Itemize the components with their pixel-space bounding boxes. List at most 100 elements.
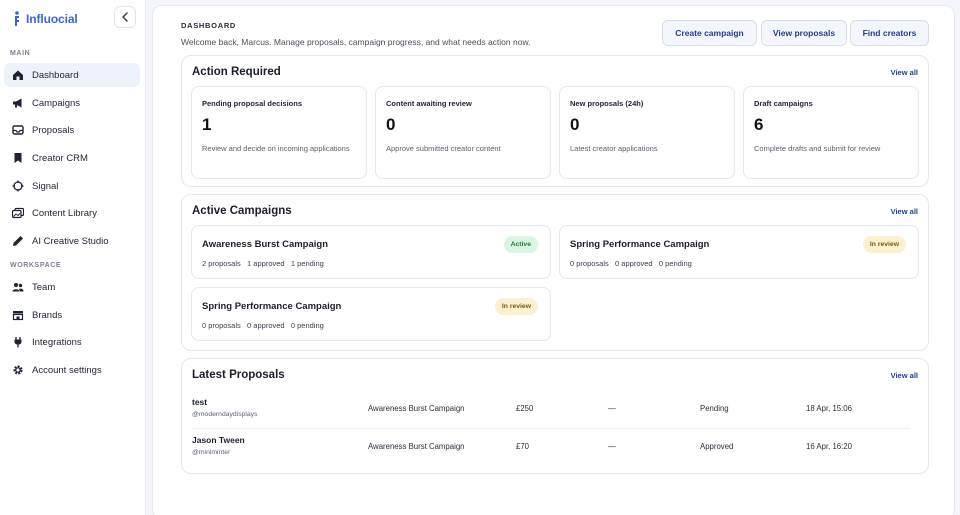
section-label-workspace: WORKSPACE [10,262,62,269]
plug-icon [12,336,24,348]
campaign-proposals-count: 0 proposals [202,321,241,330]
active-campaigns-view-all-link[interactable]: View all [891,207,918,216]
sidebar-item-content-library[interactable]: Content Library [4,201,140,225]
proposal-status: Approved [700,442,734,451]
action-required-view-all-link[interactable]: View all [891,68,918,77]
brand-logo[interactable]: Influocial [12,10,78,28]
proposal-campaign: Awareness Burst Campaign [368,442,465,451]
creator-name: test [192,397,208,407]
create-campaign-button[interactable]: Create campaign [662,20,757,46]
sidebar-item-label: Signal [32,180,59,192]
sidebar-item-team[interactable]: Team [4,275,140,299]
campaign-approved-count: 1 approved [247,259,285,268]
collapse-sidebar-button[interactable] [114,6,136,28]
status-badge: Active [503,236,538,253]
proposal-date: 18 Apr, 15:06 [806,404,852,413]
latest-proposals-card: Latest Proposals View all test @modernda… [181,358,929,474]
sidebar-item-dashboard[interactable]: Dashboard [4,63,140,87]
stat-new-proposals-24h[interactable]: New proposals (24h) 0 Latest creator app… [559,86,735,179]
brand-name: Influocial [26,12,78,26]
stat-label: New proposals (24h) [570,99,644,108]
sidebar-item-account-settings[interactable]: Account settings [4,358,140,382]
stat-value: 6 [754,115,764,134]
campaign-name: Spring Performance Campaign [202,301,342,312]
main-panel: DASHBOARD Welcome back, Marcus. Manage p… [152,5,955,515]
campaign-pending-count: 1 pending [290,259,324,268]
sidebar-item-label: AI Creative Studio [32,235,109,247]
campaign-name: Spring Performance Campaign [570,239,710,250]
campaign-stats: 0 proposals 0 approved 0 pending [570,259,692,268]
status-badge: In review [862,236,906,253]
stat-value: 0 [386,115,396,134]
stat-description: Review and decide on incoming applicatio… [202,144,350,153]
sidebar-item-label: Brands [32,309,63,321]
table-row[interactable]: Jason Tween @miniminter Awareness Burst … [192,431,910,467]
creator-handle: @moderndaydisplays [192,411,258,418]
proposal-amount: £70 [516,442,530,451]
chevron-left-icon [122,12,128,22]
campaign-approved-count: 0 approved [247,321,285,330]
sidebar-item-proposals[interactable]: Proposals [4,118,140,142]
latest-proposals-view-all-link[interactable]: View all [891,371,918,380]
creator-handle: @miniminter [192,449,231,456]
view-proposals-button[interactable]: View proposals [761,20,847,46]
megaphone-icon [12,97,24,109]
sidebar-item-label: Account settings [32,364,102,376]
stat-label: Draft campaigns [754,99,813,108]
section-label-main: MAIN [10,50,31,57]
proposal-status: Pending [700,404,729,413]
sidebar-item-signal[interactable]: Signal [4,174,140,198]
stat-label: Content awaiting review [386,99,472,108]
campaign-stats: 2 proposals 1 approved 1 pending [202,259,324,268]
gear-icon [12,364,24,376]
campaign-item[interactable]: Awareness Burst Campaign Active 2 propos… [191,225,551,279]
pen-icon [12,235,24,247]
crosshair-icon [12,180,24,192]
stat-description: Approve submitted creator content [386,144,501,153]
sidebar-item-ai-creative-studio[interactable]: AI Creative Studio [4,229,140,253]
stat-description: Complete drafts and submit for review [754,144,881,153]
action-required-card: Action Required View all Pending proposa… [181,55,929,187]
sidebar-item-label: Proposals [32,124,75,136]
campaign-proposals-count: 0 proposals [570,259,609,268]
sidebar-item-label: Dashboard [32,69,79,81]
proposal-extra: — [608,442,616,451]
active-campaigns-title: Active Campaigns [192,205,292,217]
home-icon [12,69,24,81]
status-badge: In review [494,298,538,315]
sidebar-item-campaigns[interactable]: Campaigns [4,91,140,115]
stat-pending-proposal-decisions[interactable]: Pending proposal decisions 1 Review and … [191,86,367,179]
proposal-date: 16 Apr, 16:20 [806,442,852,451]
action-required-title: Action Required [192,66,281,78]
sidebar-item-creator-crm[interactable]: Creator CRM [4,146,140,170]
campaign-stats: 0 proposals 0 approved 0 pending [202,321,324,330]
campaign-item[interactable]: Spring Performance Campaign In review 0 … [559,225,919,279]
table-row[interactable]: test @moderndaydisplays Awareness Burst … [192,393,910,429]
bookmark-icon [12,152,24,164]
sidebar-item-label: Integrations [32,336,82,348]
stat-draft-campaigns[interactable]: Draft campaigns 6 Complete drafts and su… [743,86,919,179]
campaign-item[interactable]: Spring Performance Campaign In review 0 … [191,287,551,341]
sidebar-item-label: Campaigns [32,97,81,109]
stat-value: 0 [570,115,580,134]
campaign-approved-count: 0 approved [615,259,653,268]
stat-content-awaiting-review[interactable]: Content awaiting review 0 Approve submit… [375,86,551,179]
campaign-proposals-count: 2 proposals [202,259,241,268]
stat-description: Latest creator applications [570,144,658,153]
campaign-name: Awareness Burst Campaign [202,239,329,250]
sidebar: Influocial MAIN Dashboard Campaigns Prop… [0,0,146,515]
proposal-campaign: Awareness Burst Campaign [368,404,465,413]
inbox-icon [12,124,24,136]
users-icon [12,281,24,293]
latest-proposals-title: Latest Proposals [192,369,285,381]
sidebar-item-integrations[interactable]: Integrations [4,330,140,354]
sidebar-item-brands[interactable]: Brands [4,303,140,327]
page-subtitle: Welcome back, Marcus. Manage proposals, … [181,37,531,47]
creator-name: Jason Tween [192,435,245,445]
proposal-extra: — [608,404,616,413]
campaign-pending-count: 0 pending [658,259,692,268]
sidebar-item-label: Creator CRM [32,152,88,164]
images-icon [12,207,24,219]
find-creators-button[interactable]: Find creators [850,20,929,46]
store-icon [12,309,24,321]
